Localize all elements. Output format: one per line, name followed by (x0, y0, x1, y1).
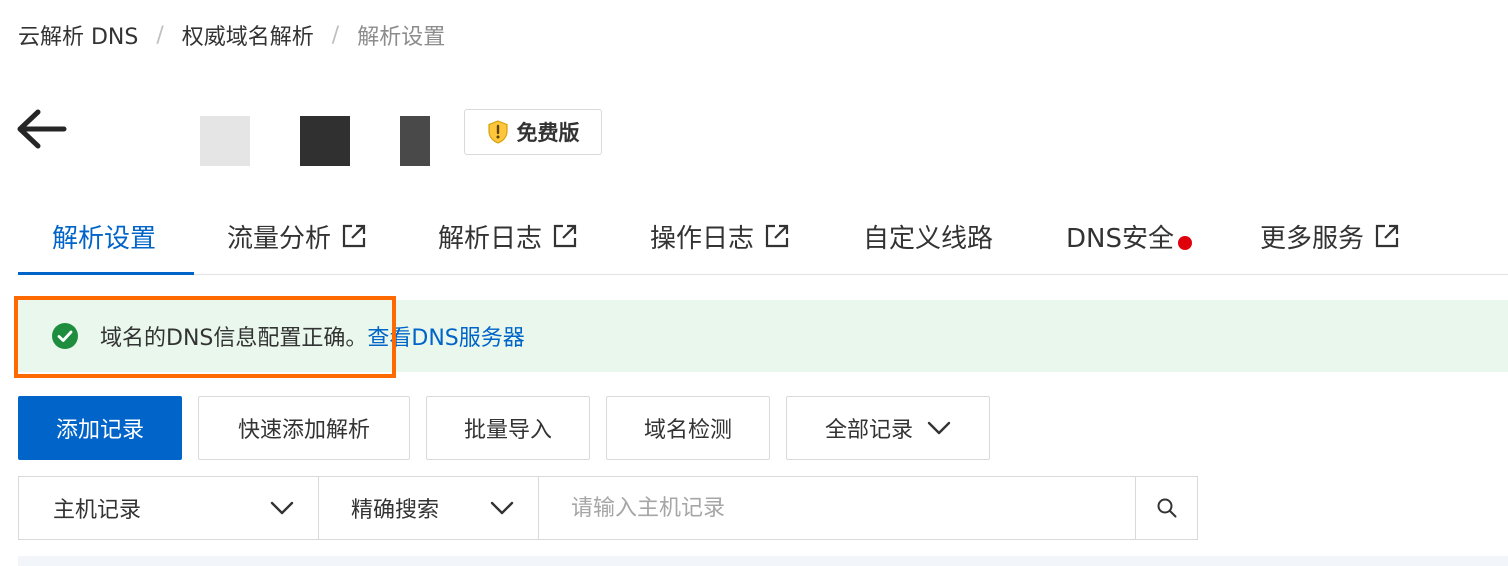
domain-check-button[interactable]: 域名检测 (606, 396, 770, 460)
tab-custom-lines[interactable]: 自定义线路 (863, 198, 993, 274)
tab-resolution-logs[interactable]: 解析日志 (438, 198, 578, 274)
search-mode-value: 精确搜索 (351, 498, 440, 523)
search-mode-select[interactable]: 精确搜索 (319, 477, 539, 539)
all-records-label: 全部记录 (824, 418, 913, 443)
search-button[interactable] (1135, 477, 1197, 539)
tab-bar: 解析设置 流量分析 解析日志 操作日志 自定义线路 DNS安全 更多服务 (18, 198, 1508, 275)
redacted-block (200, 116, 250, 166)
breadcrumb-item-authoritative[interactable]: 权威域名解析 (182, 19, 314, 51)
breadcrumb-separator: / (331, 22, 340, 48)
record-search-bar: 主机记录 精确搜索 (18, 476, 1198, 540)
active-tab-indicator (18, 272, 194, 275)
edition-label: 免费版 (516, 121, 580, 145)
redacted-block (400, 116, 430, 166)
external-link-icon (553, 224, 577, 248)
tab-dns-security[interactable]: DNS安全 (1066, 198, 1192, 274)
edition-badge: 免费版 (464, 109, 602, 155)
breadcrumb: 云解析 DNS / 权威域名解析 / 解析设置 (18, 18, 445, 52)
quick-add-button[interactable]: 快速添加解析 (198, 396, 410, 460)
tab-label: 解析设置 (52, 223, 157, 254)
tab-label: 流量分析 (227, 223, 332, 254)
chevron-down-icon (270, 501, 294, 515)
breadcrumb-separator: / (156, 22, 164, 48)
notification-dot (1177, 235, 1192, 250)
back-arrow-icon[interactable] (16, 106, 68, 152)
tab-label: DNS安全 (1066, 223, 1174, 254)
chevron-down-icon (927, 421, 951, 435)
breadcrumb-item-dns[interactable]: 云解析 DNS (18, 19, 138, 51)
table-header (18, 556, 1508, 566)
all-records-dropdown[interactable]: 全部记录 (786, 396, 990, 460)
tab-more-services[interactable]: 更多服务 (1260, 198, 1400, 274)
redacted-block (300, 116, 350, 166)
search-field-value: 主机记录 (53, 498, 142, 523)
external-link-icon (1375, 224, 1399, 248)
search-input[interactable] (539, 477, 1135, 539)
tab-dns-settings[interactable]: 解析设置 (52, 198, 156, 274)
batch-import-button[interactable]: 批量导入 (426, 396, 590, 460)
tab-traffic-analysis[interactable]: 流量分析 (227, 198, 367, 274)
breadcrumb-item-current: 解析设置 (357, 25, 446, 50)
chevron-down-icon (490, 501, 514, 515)
tab-label-wrap: DNS安全 (1066, 218, 1192, 255)
search-icon (1157, 498, 1176, 518)
shield-icon (487, 120, 508, 144)
tab-label: 自定义线路 (863, 223, 994, 254)
tab-label: 更多服务 (1260, 223, 1365, 254)
add-record-button[interactable]: 添加记录 (18, 396, 182, 460)
tab-operation-logs[interactable]: 操作日志 (650, 198, 790, 274)
external-link-icon (342, 224, 366, 248)
highlight-box (14, 296, 396, 378)
tab-label: 操作日志 (650, 223, 755, 254)
external-link-icon (765, 224, 789, 248)
search-field-select[interactable]: 主机记录 (19, 477, 319, 539)
tab-label: 解析日志 (438, 223, 543, 254)
